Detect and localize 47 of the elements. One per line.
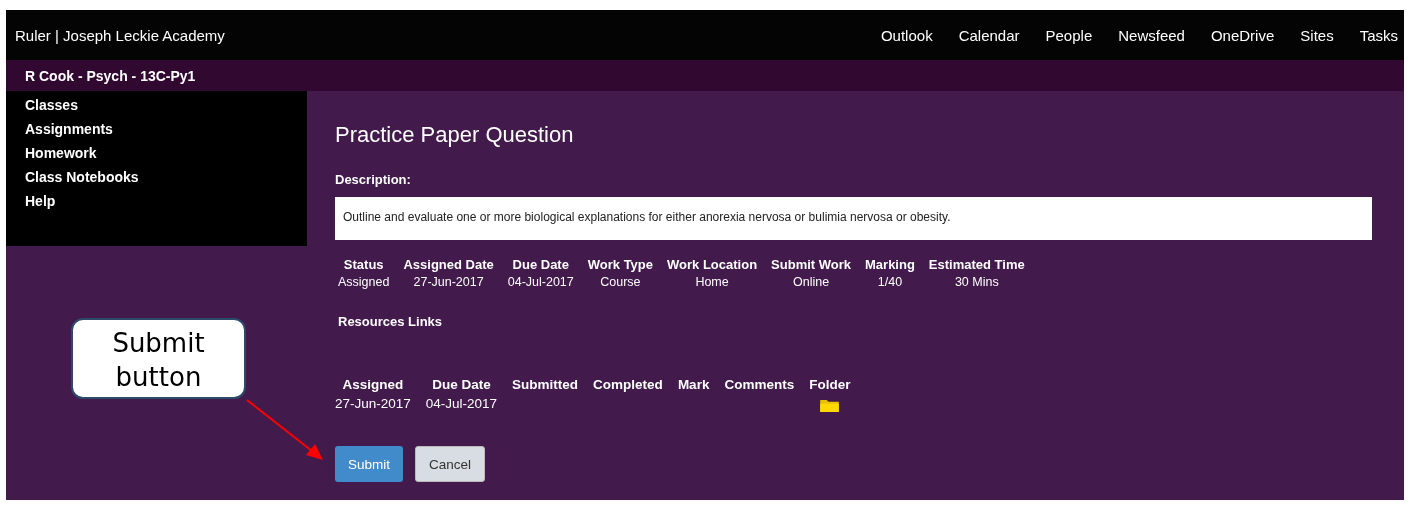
sidebar-item[interactable]: Class Notebooks [25,169,307,185]
nav-link[interactable]: OneDrive [1210,26,1275,44]
callout-label: Submit button [71,318,246,399]
nav-link[interactable]: Sites [1300,26,1334,44]
table-cell: 04-Jul-2017 [425,396,498,412]
detail-value: 04-Jul-2017 [507,275,574,289]
table-cell: 27-Jun-2017 [335,396,411,412]
detail-label: Marking [865,257,915,272]
column-header: Mark [677,377,710,392]
column-header: Submitted [512,377,579,392]
sidebar-item[interactable]: Homework [25,145,307,161]
detail-value: Course [600,275,641,289]
description-text: Outline and evaluate one or more biological explanations for either anorexia nervosa or bulimia nervosa or obesity. [343,210,951,224]
detail-label: Work Location [667,257,758,272]
column-header: Folder [809,377,851,392]
sidebar-item[interactable]: Classes [25,97,307,113]
detail-value: 27-Jun-2017 [413,275,484,289]
site-title[interactable]: Ruler | Joseph Leckie Academy [15,26,225,44]
detail-label: Estimated Time [928,257,1025,272]
column-header: Assigned [342,377,404,392]
nav-link[interactable]: Newsfeed [1118,26,1185,44]
detail-value: Online [792,275,830,289]
detail-label: Assigned Date [403,257,494,272]
class-title: R Cook - Psych - 13C-Py1 [25,67,196,84]
folder-icon[interactable] [820,399,840,412]
detail-value: 1/40 [877,275,903,289]
nav-link[interactable]: Calendar [958,26,1020,44]
column-header: Completed [593,377,663,392]
sidebar-item[interactable]: Help [25,193,307,209]
sidebar-item[interactable]: Assignments [25,121,307,137]
nav-link[interactable]: Outlook [880,26,933,44]
detail-label: Status [343,257,384,272]
submit-button[interactable]: Submit [335,446,404,482]
detail-value: 30 Mins [954,275,999,289]
assignment-title: Practice Paper Question [335,122,575,148]
nav-link[interactable]: People [1045,26,1093,44]
detail-label: Work Type [587,257,654,272]
detail-value: Assigned [338,275,390,289]
detail-label: Due Date [512,257,569,272]
nav-link[interactable]: Tasks [1359,26,1398,44]
column-header: Due Date [432,377,491,392]
resources-label: Resources Links [337,314,444,329]
detail-label: Submit Work [771,257,851,272]
detail-value: Home [695,275,729,289]
description-label: Description: [335,172,412,187]
column-header: Comments [724,377,795,392]
cancel-button[interactable]: Cancel [415,446,486,482]
